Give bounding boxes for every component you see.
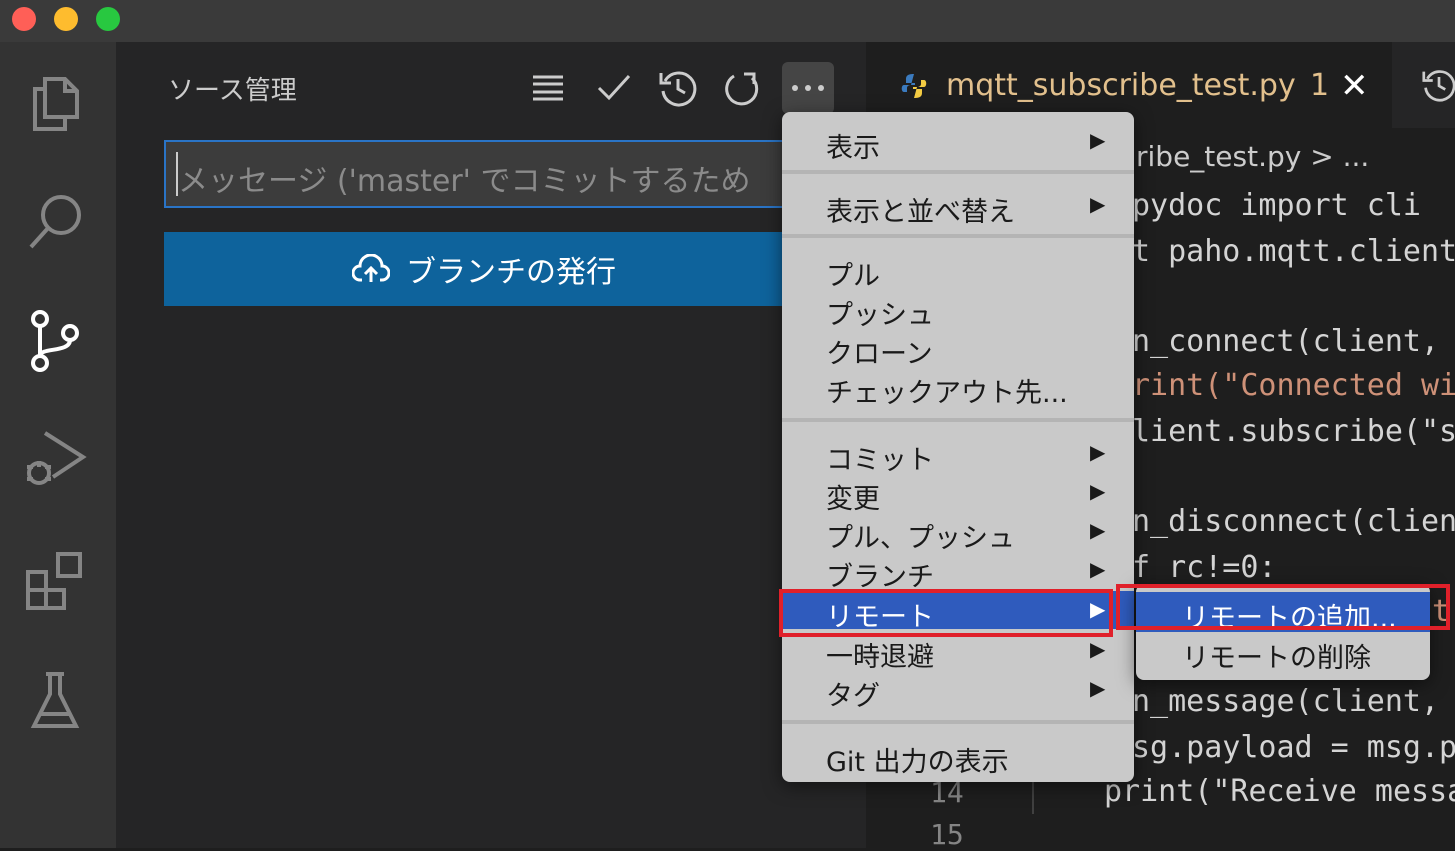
menu-item-branch[interactable]: ブランチ ▶	[782, 551, 1134, 593]
submenu-arrow-icon: ▶	[1090, 479, 1106, 503]
source-control-icon	[31, 310, 79, 372]
history-button[interactable]	[654, 64, 702, 112]
view-as-tree-button[interactable]	[524, 64, 572, 112]
menu-item-pull-push[interactable]: プル、プッシュ ▶	[782, 512, 1134, 554]
publish-branch-label: ブランチの発行	[406, 255, 616, 290]
extensions-button[interactable]	[22, 548, 88, 614]
zoom-window-button[interactable]	[96, 7, 120, 31]
menu-separator	[782, 720, 1134, 724]
menu-item-push[interactable]: プッシュ	[782, 289, 1134, 331]
annotation-highlight-add-remote	[1116, 584, 1450, 630]
search-button[interactable]	[22, 188, 88, 254]
check-icon	[597, 74, 631, 101]
submenu-arrow-icon: ▶	[1090, 518, 1106, 542]
run-debug-button[interactable]	[22, 426, 88, 492]
menu-separator	[782, 170, 1134, 174]
minimize-window-button[interactable]	[54, 7, 78, 31]
more-actions-button[interactable]	[782, 62, 834, 114]
explorer-button[interactable]	[22, 70, 88, 136]
title-bar	[0, 0, 1455, 42]
breadcrumb[interactable]: ribe_test.py > ...	[1136, 140, 1369, 173]
code-line[interactable]: lient.subscribe("se	[1132, 414, 1455, 449]
testing-icon	[30, 672, 80, 728]
close-window-button[interactable]	[12, 7, 36, 31]
tab-history-icon[interactable]	[1422, 68, 1455, 106]
history-icon	[1422, 70, 1455, 102]
commit-message-placeholder: メッセージ ('master' でコミットするため	[178, 164, 751, 199]
code-line-text: n_message(client, u	[1132, 684, 1455, 719]
more-actions-menu: 表示 ▶ 表示と並べ替え ▶ プル プッシュ クローン チェックアウト先... コミ…	[782, 112, 1134, 782]
commit-button[interactable]	[590, 64, 638, 112]
code-line-text: rint("Connected wit	[1132, 368, 1455, 403]
menu-separator	[782, 418, 1134, 422]
list-icon	[533, 75, 563, 101]
submenu-arrow-icon: ▶	[1090, 676, 1106, 700]
submenu-arrow-icon: ▶	[1090, 128, 1106, 152]
code-line-text: n_connect(client, u	[1132, 324, 1455, 359]
search-icon	[29, 195, 81, 249]
problem-count-badge: 1	[1310, 68, 1330, 103]
python-file-icon	[901, 74, 927, 98]
code-line[interactable]: n_connect(client, u	[1132, 324, 1455, 359]
menu-separator	[782, 234, 1134, 238]
refresh-icon	[725, 72, 759, 106]
tab-label: mqtt_subscribe_test.py	[946, 68, 1296, 103]
submenu-arrow-icon: ▶	[1090, 637, 1106, 661]
code-line[interactable]: t paho.mqtt.client	[1132, 234, 1455, 269]
menu-item-show-git-output[interactable]: Git 出力の表示	[782, 736, 1134, 778]
menu-item-view-sort[interactable]: 表示と並べ替え ▶	[782, 186, 1134, 228]
cloud-upload-icon	[352, 254, 390, 282]
history-icon	[659, 71, 697, 107]
close-tab-button[interactable]: ✕	[1340, 66, 1369, 106]
files-icon	[33, 77, 79, 131]
submenu-arrow-icon: ▶	[1090, 440, 1106, 464]
code-line-text: n_disconnect(client	[1132, 504, 1455, 539]
code-line[interactable]: rint("Connected wit	[1132, 368, 1455, 403]
menu-item-tags[interactable]: タグ ▶	[782, 670, 1134, 712]
code-line[interactable]: n_message(client, u	[1132, 684, 1455, 719]
code-line[interactable]: print("Receive messa	[1104, 774, 1455, 809]
code-line[interactable]: f rc!=0:	[1132, 550, 1277, 585]
code-line-text: lient.subscribe("se	[1132, 414, 1455, 449]
line-number: 15	[930, 818, 964, 851]
source-control-panel: ソース管理 メッセージ ('master' でコミットするため ブランチの発行	[116, 42, 866, 848]
menu-item-commit[interactable]: コミット ▶	[782, 434, 1134, 476]
menu-item-clone[interactable]: クローン	[782, 328, 1134, 370]
menu-item-view[interactable]: 表示 ▶	[782, 122, 1134, 164]
submenu-arrow-icon: ▶	[1090, 557, 1106, 581]
commit-message-input[interactable]: メッセージ ('master' でコミットするため	[164, 140, 804, 208]
refresh-button[interactable]	[718, 64, 766, 112]
activity-bar	[0, 42, 116, 848]
submenu-item-remove-remote[interactable]: リモートの削除	[1136, 632, 1430, 674]
code-line-text: t paho.mqtt.client	[1132, 234, 1455, 269]
menu-item-checkout[interactable]: チェックアウト先...	[782, 367, 1134, 409]
extensions-icon	[26, 552, 82, 610]
code-line-text: pydoc import cli	[1132, 188, 1421, 223]
testing-button[interactable]	[22, 668, 88, 734]
code-line[interactable]: n_disconnect(client	[1132, 504, 1455, 539]
run-debug-icon	[27, 431, 87, 485]
ellipsis-icon	[792, 85, 824, 91]
code-line-text: print("Receive messa	[1104, 774, 1455, 809]
source-control-button[interactable]	[22, 308, 88, 374]
annotation-highlight-remote	[779, 589, 1113, 637]
submenu-arrow-icon: ▶	[1090, 192, 1106, 216]
menu-item-pull[interactable]: プル	[782, 250, 1134, 292]
code-line-text: f rc!=0:	[1132, 550, 1277, 585]
publish-branch-button[interactable]: ブランチの発行	[164, 232, 804, 306]
code-line-text: sg.payload = msg.pa	[1132, 730, 1455, 765]
code-line[interactable]: sg.payload = msg.pa	[1132, 730, 1455, 765]
panel-title: ソース管理	[168, 76, 297, 106]
code-line[interactable]: pydoc import cli	[1132, 188, 1421, 223]
menu-item-changes[interactable]: 変更 ▶	[782, 473, 1134, 515]
